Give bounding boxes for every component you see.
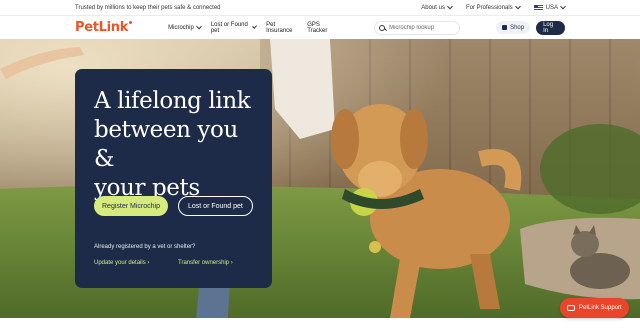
shop-button[interactable]: Shop bbox=[496, 21, 531, 34]
petlink-support-button[interactable]: PetLink Support bbox=[560, 298, 629, 318]
nav-item-label: Pet Insurance bbox=[266, 21, 293, 34]
tagline: Trusted by millions to keep their pets s… bbox=[75, 4, 221, 11]
for-professionals-label: For Professionals bbox=[465, 4, 513, 11]
page: Trusted by millions to keep their pets s… bbox=[0, 0, 640, 331]
us-flag-icon bbox=[533, 4, 543, 11]
chevron-down-icon bbox=[251, 23, 258, 29]
chevron-down-icon bbox=[447, 3, 453, 9]
microchip-lookup-input[interactable] bbox=[389, 24, 456, 31]
nav-item-label: Lost or Found pet bbox=[210, 21, 248, 34]
search-icon bbox=[379, 24, 386, 31]
logo-dot bbox=[129, 21, 133, 24]
chevron-down-icon bbox=[514, 3, 521, 9]
shopping-bag-icon bbox=[502, 25, 508, 30]
nav-item-microchip[interactable]: Microchip bbox=[168, 22, 202, 34]
utility-bar: Trusted by millions to keep their pets s… bbox=[0, 0, 640, 16]
for-professionals-menu[interactable]: For Professionals bbox=[465, 3, 521, 11]
register-microchip-button[interactable]: Register Microchip bbox=[94, 196, 168, 216]
nav-links: Microchip Lost or Found pet Pet Insuranc… bbox=[168, 22, 336, 34]
update-details-link[interactable]: Update your details › bbox=[94, 260, 149, 266]
microchip-search bbox=[374, 20, 461, 35]
nav-item-lost-or-found[interactable]: Lost or Found pet bbox=[210, 21, 258, 34]
nav-item-gps-tracker[interactable]: GPS Tracker bbox=[307, 22, 336, 34]
hero-card: A lifelong link between you & your pets … bbox=[75, 69, 272, 288]
nav-item-label: Microchip bbox=[168, 24, 194, 31]
shop-label: Shop bbox=[510, 24, 525, 31]
about-us-menu[interactable]: About us bbox=[421, 3, 453, 11]
registered-prompt: Already registered by a vet or shelter? bbox=[94, 244, 196, 250]
locale-selector[interactable]: USA bbox=[533, 3, 566, 11]
main-nav: PetLink Microchip Lost or Found pet Pet … bbox=[0, 16, 640, 39]
lost-or-found-pet-button[interactable]: Lost or Found pet bbox=[178, 196, 253, 216]
support-label: PetLink Support bbox=[579, 305, 622, 311]
chat-icon bbox=[567, 305, 575, 311]
hero-section: A lifelong link between you & your pets … bbox=[0, 39, 640, 318]
hero-headline: A lifelong link between you & your pets bbox=[94, 88, 251, 201]
chevron-down-icon bbox=[560, 3, 566, 9]
locale-label: USA bbox=[545, 4, 558, 11]
about-us-label: About us bbox=[421, 4, 445, 11]
transfer-ownership-link[interactable]: Transfer ownership › bbox=[178, 260, 233, 266]
nav-item-pet-insurance[interactable]: Pet Insurance bbox=[266, 22, 297, 34]
petlink-logo[interactable]: PetLink bbox=[75, 20, 133, 35]
logo-text: PetLink bbox=[75, 20, 129, 35]
login-button[interactable]: Log In bbox=[536, 20, 565, 35]
chevron-down-icon bbox=[195, 23, 202, 29]
nav-item-label: GPS Tracker bbox=[307, 21, 328, 34]
